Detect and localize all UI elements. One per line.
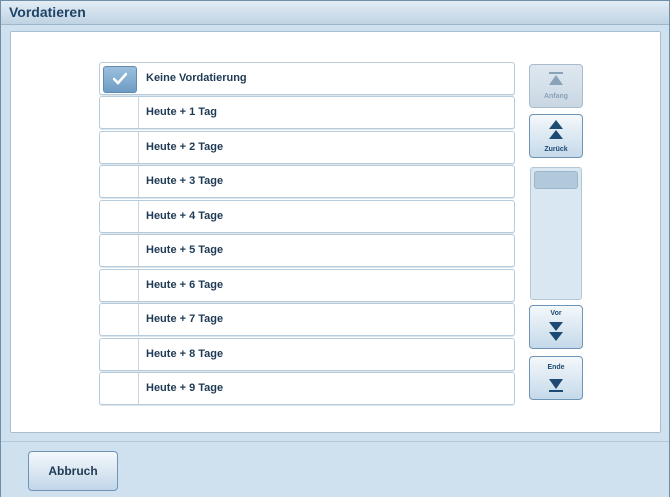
checkmark-icon: [113, 72, 127, 85]
page-back-button[interactable]: Zurück: [529, 114, 583, 158]
list-item-label: Heute + 1 Tag: [146, 106, 218, 118]
cancel-button[interactable]: Abbruch: [28, 451, 118, 491]
page-down-icon: [549, 322, 563, 341]
list-item-label: Heute + 9 Tage: [146, 382, 224, 394]
list-item-label: Heute + 3 Tage: [146, 175, 224, 187]
check-cell: [100, 235, 139, 266]
title-bar: Vordatieren: [1, 1, 669, 25]
check-cell: [100, 270, 139, 301]
list-item[interactable]: Heute + 8 Tage: [99, 338, 515, 371]
list-item-label: Heute + 4 Tage: [146, 210, 224, 222]
page-forward-button[interactable]: Vor: [529, 305, 583, 349]
first-page-label: Anfang: [543, 93, 569, 100]
list-item-label: Heute + 5 Tage: [146, 244, 224, 256]
last-page-button[interactable]: Ende: [529, 356, 583, 400]
check-cell: [100, 339, 139, 370]
list-item[interactable]: Heute + 9 Tage: [99, 372, 515, 405]
dialog-window: Vordatieren Keine Vordatierung Heute + 1…: [0, 0, 670, 497]
check-cell: [100, 304, 139, 335]
list-item-label: Heute + 6 Tage: [146, 279, 224, 291]
first-page-button[interactable]: Anfang: [529, 64, 583, 108]
page-up-icon: [549, 120, 563, 139]
check-cell: [100, 166, 139, 197]
list-item[interactable]: Heute + 2 Tage: [99, 131, 515, 164]
list-item-label: Heute + 8 Tage: [146, 348, 224, 360]
list-item[interactable]: Heute + 7 Tage: [99, 303, 515, 336]
first-page-icon: [549, 72, 563, 85]
selected-indicator: [103, 66, 137, 93]
list-item[interactable]: Heute + 4 Tage: [99, 200, 515, 233]
dialog-title: Vordatieren: [9, 4, 86, 20]
list-item[interactable]: Heute + 5 Tage: [99, 234, 515, 267]
scrollbar-track[interactable]: [530, 167, 582, 300]
page-back-label: Zurück: [544, 146, 568, 153]
predate-options-list: Keine Vordatierung Heute + 1 Tag Heute +…: [99, 62, 515, 407]
list-item[interactable]: Heute + 6 Tage: [99, 269, 515, 302]
list-item-label: Heute + 7 Tage: [146, 313, 224, 325]
list-item-label: Keine Vordatierung: [146, 72, 247, 84]
check-cell: [100, 201, 139, 232]
last-page-icon: [549, 379, 563, 392]
scrollbar-thumb[interactable]: [534, 171, 578, 189]
check-cell: [100, 373, 139, 404]
list-item[interactable]: Heute + 3 Tage: [99, 165, 515, 198]
check-cell: [100, 132, 139, 163]
list-item[interactable]: Heute + 1 Tag: [99, 96, 515, 129]
check-cell: [100, 97, 139, 128]
last-page-label: Ende: [547, 364, 565, 371]
list-item-label: Heute + 2 Tage: [146, 141, 224, 153]
list-item[interactable]: Keine Vordatierung: [99, 62, 515, 95]
page-forward-label: Vor: [550, 310, 562, 317]
